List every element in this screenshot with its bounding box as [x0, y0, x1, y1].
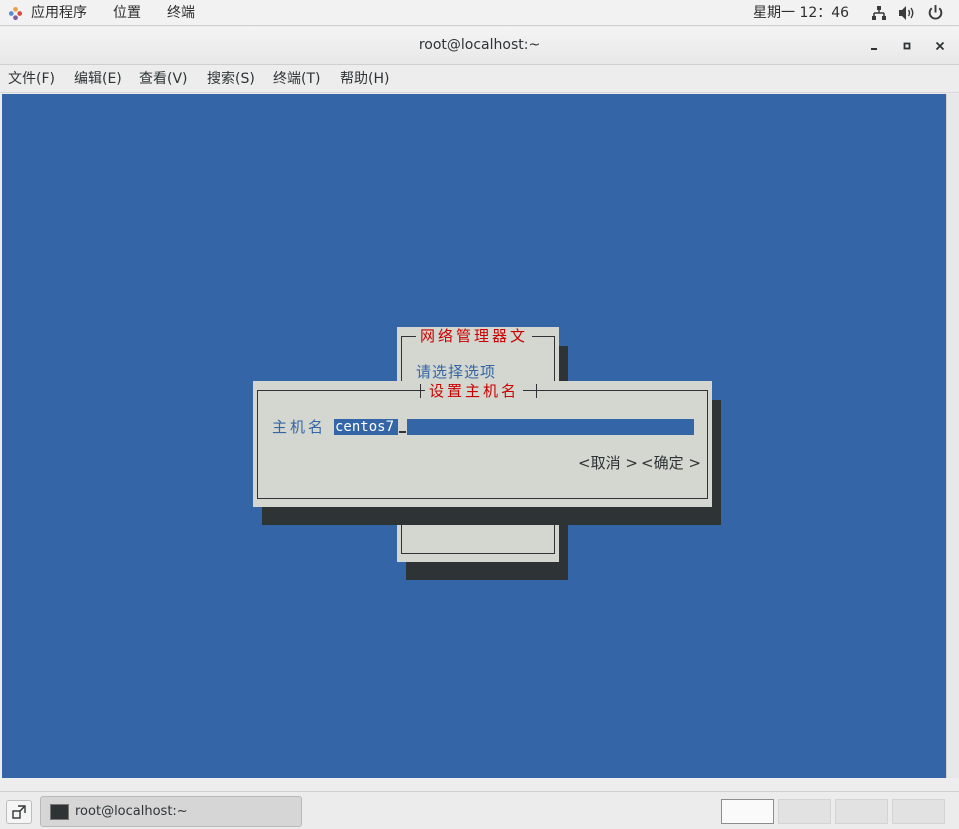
workspace-3[interactable]: [835, 799, 888, 824]
taskbar-terminal-item[interactable]: root@localhost:~: [40, 796, 302, 827]
applications-menu[interactable]: 应用程序: [31, 4, 87, 22]
text-cursor-underline: [399, 431, 406, 433]
window-title: root@localhost:~: [418, 37, 541, 53]
show-desktop-icon: [12, 805, 26, 819]
hostname-label: 主机名: [272, 418, 327, 436]
back-dialog-prompt: 请选择选项: [416, 363, 497, 381]
places-menu[interactable]: 位置: [113, 4, 141, 22]
ok-button[interactable]: <确定 >: [641, 454, 701, 472]
menu-edit[interactable]: 编辑(E): [74, 70, 122, 88]
clock[interactable]: 星期一 12：46: [753, 4, 849, 22]
menu-terminal[interactable]: 终端(T): [273, 70, 320, 88]
terminal-scrollbar[interactable]: [946, 94, 959, 778]
menu-view[interactable]: 查看(V): [139, 70, 188, 88]
hostname-input-value[interactable]: centos7: [335, 418, 394, 436]
workspace-4[interactable]: [892, 799, 945, 824]
title-bracket-left: [420, 384, 421, 398]
bottom-taskbar: root@localhost:~: [0, 791, 959, 829]
workspace-1[interactable]: [721, 799, 774, 824]
maximize-icon: [903, 42, 911, 50]
menu-search[interactable]: 搜索(S): [207, 70, 255, 88]
network-icon[interactable]: [871, 5, 887, 21]
close-button[interactable]: [930, 36, 950, 56]
minimize-icon: [871, 48, 877, 50]
applications-menu-icon[interactable]: [8, 6, 23, 21]
back-dialog-title: 网络管理器文: [416, 327, 533, 345]
workspace-2[interactable]: [778, 799, 831, 824]
show-desktop-button[interactable]: [6, 800, 32, 824]
menu-bar: 文件(F) 编辑(E) 查看(V) 搜索(S) 终端(T) 帮助(H): [0, 65, 959, 93]
cancel-button[interactable]: <取消 >: [578, 454, 638, 472]
taskbar-terminal-label: root@localhost:~: [75, 804, 188, 819]
terminal-app-menu[interactable]: 终端: [167, 4, 195, 22]
menu-help[interactable]: 帮助(H): [340, 70, 389, 88]
top-panel: 应用程序 位置 终端 星期一 12：46: [0, 0, 959, 26]
window-titlebar[interactable]: root@localhost:~: [0, 27, 959, 65]
menu-file[interactable]: 文件(F): [8, 70, 55, 88]
volume-icon[interactable]: [898, 5, 916, 21]
hostname-dialog-frame: [257, 390, 708, 499]
minimize-button[interactable]: [864, 36, 884, 56]
terminal-icon: [50, 804, 69, 820]
title-bracket-right: [536, 384, 537, 398]
close-icon: [935, 41, 945, 51]
maximize-button[interactable]: [897, 36, 917, 56]
power-icon[interactable]: [927, 4, 944, 21]
hostname-dialog-title: 设置主机名: [425, 382, 524, 400]
